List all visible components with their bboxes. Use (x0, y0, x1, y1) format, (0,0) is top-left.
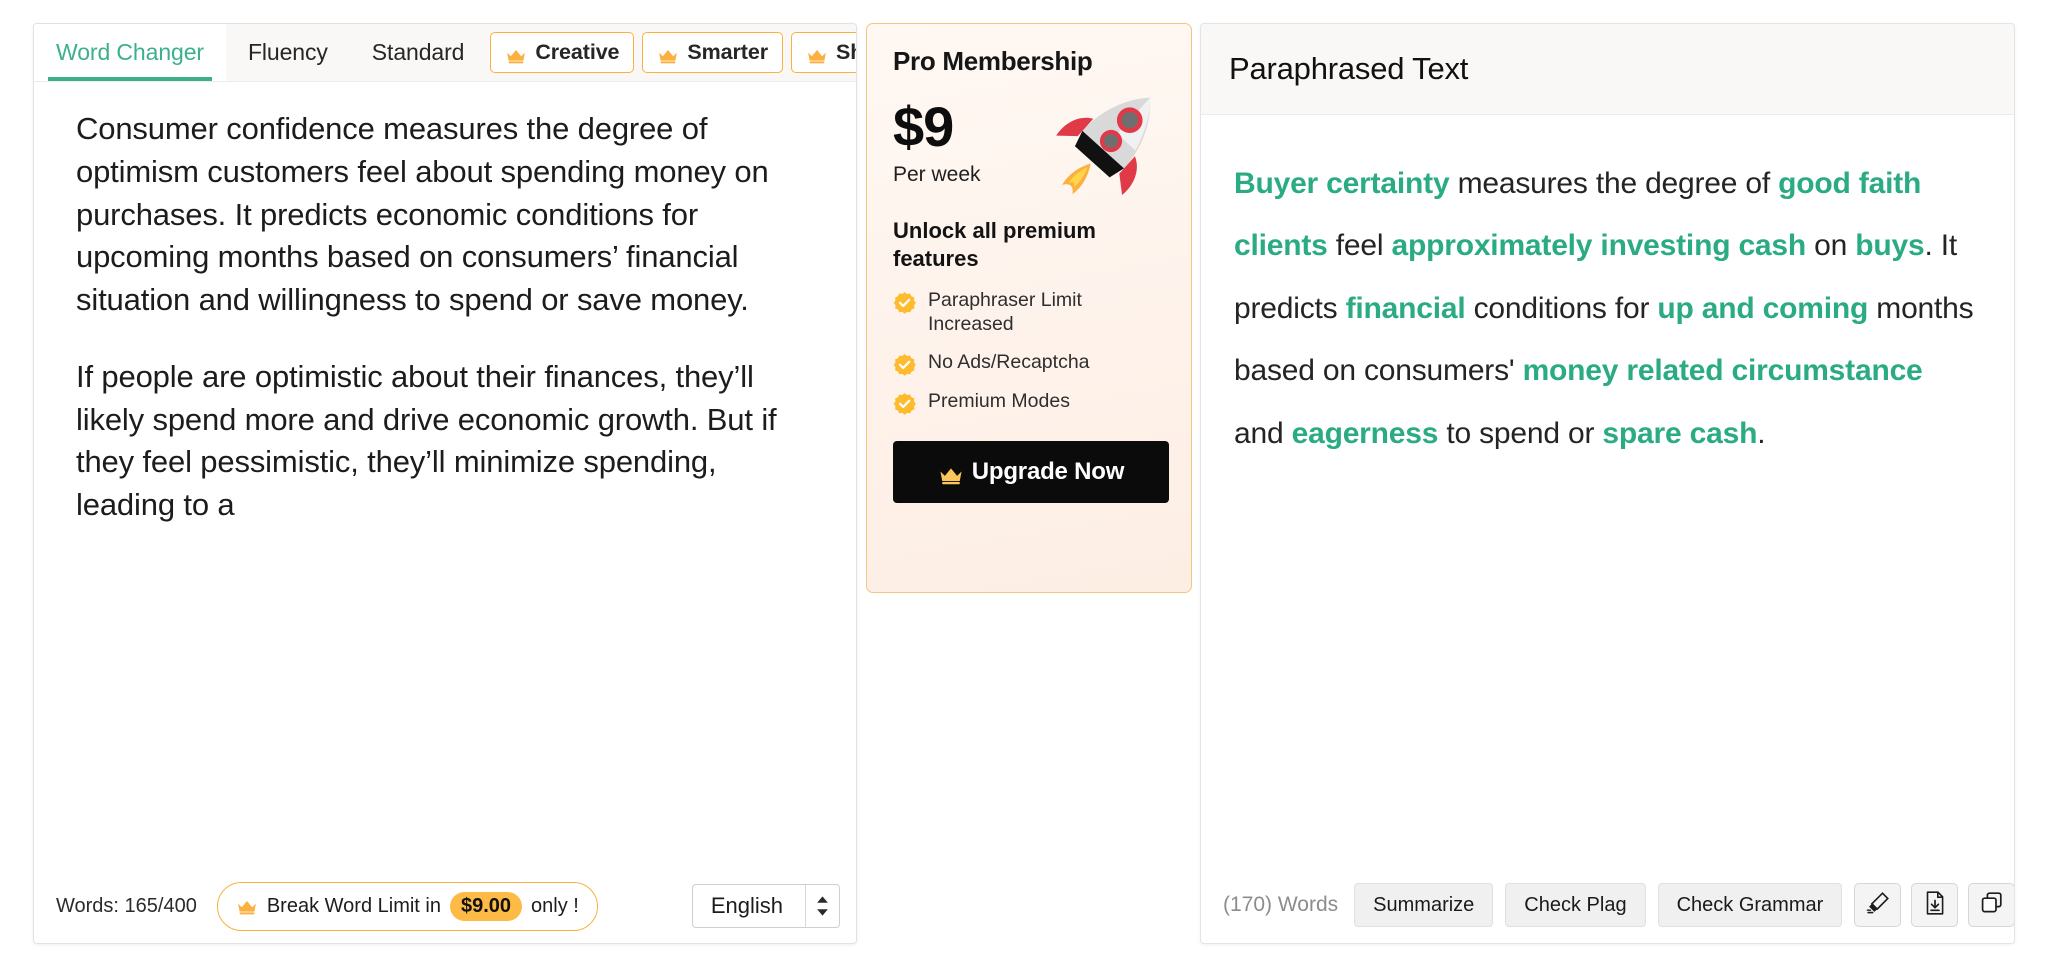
paraphrase-plain: measures the degree of (1449, 167, 1779, 200)
paraphrased-text-panel: Paraphrased Text Buyer certainty measure… (1200, 23, 2015, 944)
break-limit-suffix: only ! (531, 894, 579, 917)
check-badge-icon (893, 291, 916, 315)
pro-feature-item: Premium Modes (893, 390, 1169, 415)
paraphrase-plain: conditions for (1465, 291, 1658, 325)
crown-icon (806, 45, 828, 63)
pro-feature-list: Paraphraser Limit Increased No Ads/Recapt… (893, 289, 1169, 415)
download-button[interactable] (1911, 883, 1959, 927)
pro-feature-label: No Ads/Recaptcha (928, 350, 1090, 373)
source-paragraph: Consumer confidence measures the degree … (76, 111, 778, 318)
paraphrase-highlight: up and coming (1657, 291, 1869, 325)
break-limit-price: $9.00 (449, 891, 523, 921)
check-badge-icon (893, 392, 916, 415)
source-panel-footer: Words: 165/400 Break Word Limit in $9.00… (34, 869, 856, 943)
source-word-count: Words: 165/400 (56, 894, 197, 917)
break-limit-prefix: Break Word Limit in (266, 894, 441, 917)
paraphrased-action-buttons: Summarize Check Plag Check Grammar (1354, 883, 1843, 927)
source-text-content[interactable]: Consumer confidence measures the degree … (76, 108, 816, 527)
paraphrase-highlight: Buyer certainty (1234, 167, 1450, 200)
mode-tab-bar: Word Changer Fluency Standard Creative Smart… (34, 24, 856, 82)
paraphrased-title: Paraphrased Text (1229, 51, 1469, 86)
crown-icon (657, 45, 679, 63)
language-select[interactable]: English (691, 884, 840, 928)
paraphrase-highlight: spare cash (1602, 416, 1758, 450)
paraphrase-highlight: approximately investing cash (1391, 229, 1807, 263)
copy-icon (1979, 890, 2005, 921)
tab-label: Standard (371, 39, 465, 65)
tab-label: Smarter (687, 40, 768, 64)
language-select-value: English (710, 893, 783, 918)
paraphrase-highlight: financial (1345, 291, 1466, 325)
copy-button[interactable] (1968, 883, 2014, 927)
check-plag-button[interactable]: Check Plag (1505, 883, 1646, 927)
pro-unlock-heading: Unlock all premium features (893, 218, 1096, 272)
paraphrased-icon-buttons (1854, 883, 2014, 927)
tab-shorten[interactable]: Shorten (791, 32, 856, 73)
paraphrased-footer: (170) Words Summarize Check Plag Check Gra… (1201, 867, 2014, 943)
crown-icon (236, 898, 258, 915)
paraphrased-word-count: (170) Words (1223, 893, 1339, 916)
check-grammar-button[interactable]: Check Grammar (1657, 883, 1843, 927)
break-word-limit-button[interactable]: Break Word Limit in $9.00 only ! (216, 881, 598, 931)
tab-fluency[interactable]: Fluency (226, 24, 350, 81)
pro-feature-label: Paraphraser Limit Increased (928, 289, 1082, 336)
tab-label: Word Changer (56, 39, 204, 65)
tab-word-changer[interactable]: Word Changer (34, 24, 226, 81)
source-text-panel: Word Changer Fluency Standard Creative Smart… (33, 23, 857, 944)
paraphrase-plain: . (1757, 416, 1766, 450)
upgrade-now-button[interactable]: Upgrade Now (893, 440, 1169, 503)
tab-standard[interactable]: Standard (350, 24, 487, 81)
pro-membership-card: Pro Membership $9 Per week Unlock all pr… (866, 23, 1192, 593)
pro-feature-item: No Ads/Recaptcha (893, 351, 1169, 376)
pro-feature-label: Premium Modes (928, 389, 1070, 412)
tab-label: Shorten (836, 40, 856, 64)
paraphrase-plain: feel (1327, 229, 1392, 263)
source-text-editor[interactable]: Consumer confidence measures the degree … (34, 82, 856, 869)
paraphrased-body[interactable]: Buyer certainty measures the degree of g… (1201, 115, 2014, 867)
source-paragraph: If people are optimistic about their fin… (76, 358, 785, 523)
paraphrase-highlight: eagerness (1291, 416, 1439, 450)
tab-creative[interactable]: Creative (490, 32, 635, 73)
stepper-arrows-icon[interactable] (805, 885, 839, 927)
paraphrase-highlight: buys (1855, 229, 1925, 263)
paraphrased-text-content[interactable]: Buyer certainty measures the degree of g… (1234, 153, 1978, 465)
download-file-icon (1922, 890, 1948, 921)
pro-price-row: $9 Per week (893, 97, 1169, 195)
paraphrased-header: Paraphrased Text (1201, 24, 2014, 115)
paraphrase-plain: and (1234, 416, 1292, 450)
tab-label: Creative (535, 40, 620, 64)
paraphrase-highlight: money related circumstance (1522, 354, 1923, 388)
rocket-icon (1041, 71, 1181, 211)
crown-icon (938, 464, 962, 485)
paraphrase-plain: on (1806, 229, 1856, 263)
tab-smarter[interactable]: Smarter (642, 32, 783, 73)
summarize-button[interactable]: Summarize (1354, 883, 1494, 927)
pro-feature-item: Paraphraser Limit Increased (893, 289, 1169, 337)
tab-label: Fluency (247, 39, 328, 65)
check-badge-icon (893, 353, 916, 376)
highlighter-icon (1865, 890, 1891, 921)
highlighter-button[interactable] (1854, 883, 1902, 927)
paraphraser-app: Word Changer Fluency Standard Creative Smart… (0, 0, 2048, 969)
paraphrase-plain: to spend or (1438, 416, 1603, 450)
crown-icon (505, 45, 527, 63)
upgrade-now-label: Upgrade Now (971, 457, 1125, 485)
